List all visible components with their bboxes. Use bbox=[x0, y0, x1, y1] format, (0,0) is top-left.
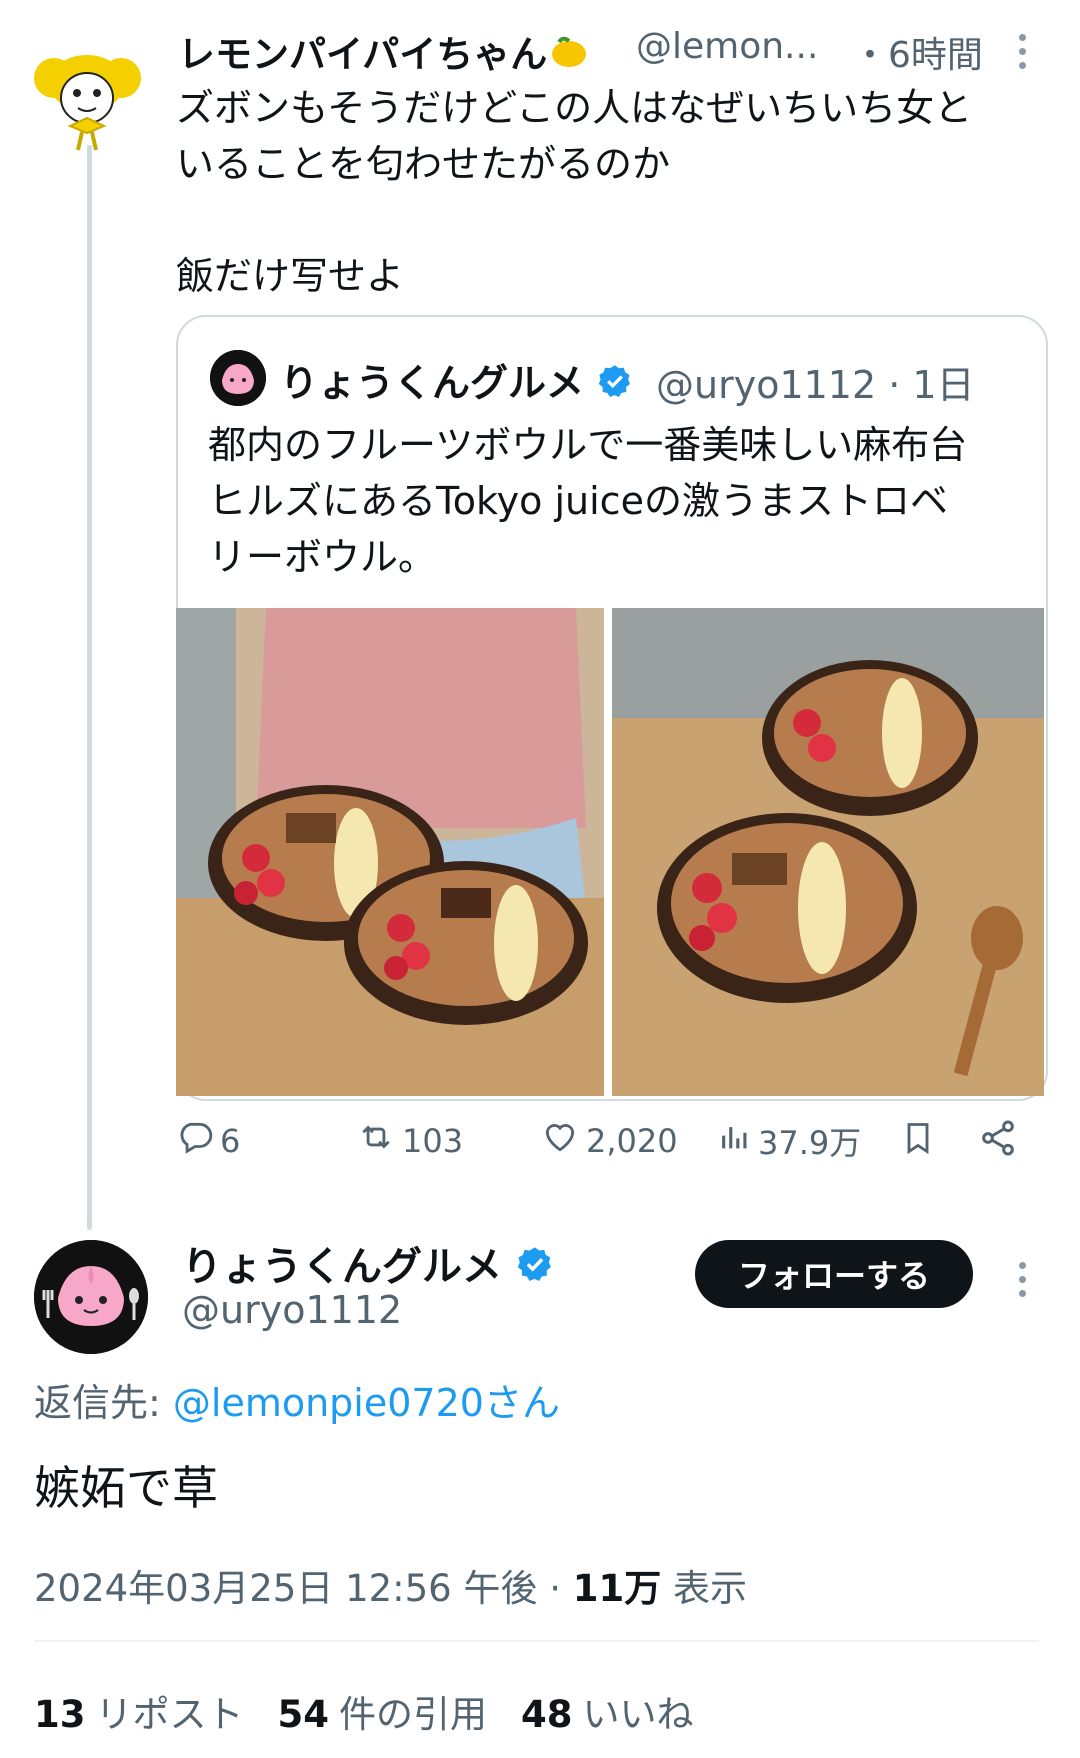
more-options-icon[interactable] bbox=[1016, 1262, 1028, 1297]
likes-label: いいね bbox=[582, 1693, 694, 1736]
likes-stat[interactable]: 48 いいね bbox=[521, 1684, 694, 1738]
quoted-author-name: りょうくんグルメ bbox=[280, 352, 633, 408]
views-suffix: 表示 bbox=[661, 1567, 748, 1610]
bookmark-button[interactable] bbox=[900, 1118, 936, 1166]
quoted-post-time: · 1日 bbox=[888, 363, 975, 407]
author-handle[interactable]: @lemon... bbox=[636, 26, 818, 67]
analytics-icon bbox=[718, 1118, 752, 1164]
more-options-icon[interactable] bbox=[1016, 34, 1028, 69]
follow-button[interactable]: フォローする bbox=[695, 1240, 973, 1308]
lemon-icon bbox=[549, 34, 589, 79]
reposts-value: 13 bbox=[34, 1693, 86, 1736]
repost-action[interactable]: 103 bbox=[356, 1118, 463, 1164]
engagement-stats: 13 リポスト 54 件の引用 48 いいね bbox=[34, 1684, 694, 1738]
reposts-stat[interactable]: 13 リポスト bbox=[34, 1684, 244, 1738]
views-count: 37.9万 bbox=[758, 1124, 862, 1162]
timestamp-text: 2024年03月25日 12:56 午後 · bbox=[34, 1567, 573, 1610]
reposts-label: リポスト bbox=[95, 1693, 244, 1736]
post-time[interactable]: ・6時間 bbox=[852, 26, 983, 78]
reply-count: 6 bbox=[220, 1122, 241, 1160]
reply-to-prefix: 返信先: bbox=[34, 1381, 173, 1425]
repost-icon bbox=[356, 1118, 396, 1164]
reply-to-handle-link[interactable]: @lemonpie0720さん bbox=[173, 1381, 560, 1425]
reply-icon bbox=[176, 1118, 214, 1164]
quotes-stat[interactable]: 54 件の引用 bbox=[278, 1684, 488, 1738]
author-name-text: レモンパイパイちゃん bbox=[178, 33, 548, 76]
fruit-bowl-photo-2[interactable] bbox=[612, 608, 1044, 1096]
share-icon bbox=[978, 1118, 1018, 1166]
post-timestamp[interactable]: 2024年03月25日 12:56 午後 · 11万 表示 bbox=[34, 1558, 747, 1612]
like-action[interactable]: 2,020 bbox=[540, 1118, 678, 1164]
reply-author-name[interactable]: りょうくんグルメ bbox=[182, 1234, 554, 1293]
tweet-text: ズボンもそうだけどこの人はなぜいちいち女と いることを匂わせたがるのか 飯だけ写… bbox=[176, 86, 973, 298]
repost-count: 103 bbox=[402, 1122, 464, 1160]
quotes-label: 件の引用 bbox=[339, 1693, 487, 1736]
share-button[interactable] bbox=[978, 1118, 1018, 1166]
like-count: 2,020 bbox=[586, 1122, 678, 1160]
quotes-value: 54 bbox=[277, 1693, 330, 1736]
views-action[interactable]: 37.9万 bbox=[718, 1118, 861, 1164]
likes-value: 48 bbox=[521, 1693, 573, 1736]
reply-to-line: 返信先: @lemonpie0720さん bbox=[34, 1372, 560, 1427]
verified-badge-icon bbox=[597, 363, 633, 408]
quoted-author-handle-time: @uryo1112 · 1日 bbox=[656, 354, 975, 409]
reply-author-handle[interactable]: @uryo1112 bbox=[182, 1288, 402, 1332]
quoted-tweet-text: 都内のフルーツボウルで一番美味しい麻布台 ヒルズにあるTokyo juiceの激… bbox=[208, 423, 968, 579]
avatar-lemonpie[interactable] bbox=[30, 38, 145, 153]
divider bbox=[34, 1640, 1039, 1642]
author-name[interactable]: レモンパイパイちゃん bbox=[178, 24, 589, 79]
bookmark-icon bbox=[900, 1118, 936, 1166]
reply-author-name-text: りょうくんグルメ bbox=[182, 1244, 502, 1290]
quoted-author-name-text: りょうくんグルメ bbox=[280, 361, 585, 405]
heart-icon bbox=[540, 1118, 580, 1164]
reply-action[interactable]: 6 bbox=[176, 1118, 240, 1164]
avatar-uryo-small bbox=[210, 350, 266, 406]
reply-tweet-text: 嫉妬で草 bbox=[34, 1461, 218, 1515]
verified-badge-icon bbox=[516, 1245, 554, 1293]
views-value: 11万 bbox=[572, 1567, 662, 1610]
fruit-bowl-photo-1[interactable] bbox=[176, 608, 604, 1096]
avatar-uryo[interactable] bbox=[34, 1240, 148, 1354]
thread-connector bbox=[87, 145, 92, 1230]
quoted-author-handle: @uryo1112 bbox=[656, 363, 877, 407]
